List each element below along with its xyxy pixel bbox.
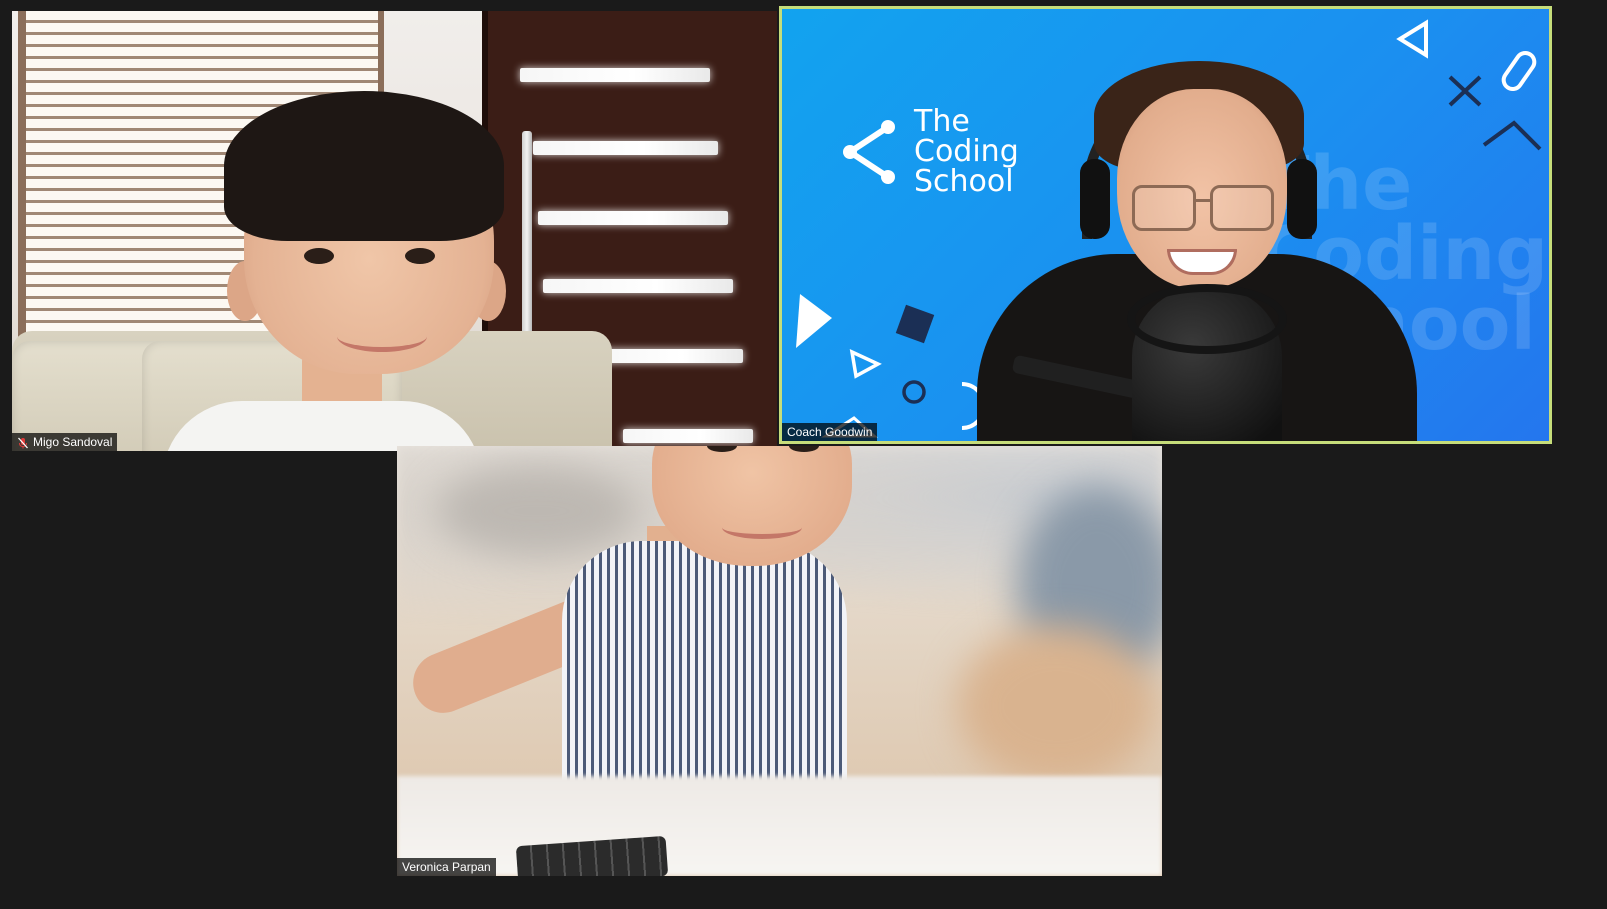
- participant-name-tag: Migo Sandoval: [12, 433, 118, 451]
- mic-off-icon: [17, 436, 29, 449]
- glasses-lens: [1210, 185, 1274, 231]
- participant-name-tag: Coach Goodwin: [782, 423, 878, 441]
- video-tile-veronica-parpan[interactable]: Veronica Parpan: [397, 446, 1162, 876]
- glasses-bridge: [1194, 199, 1210, 202]
- logo-line-3: School: [914, 164, 1014, 199]
- decorative-shapes: [1396, 19, 1542, 151]
- participant-eye: [405, 248, 435, 264]
- participant-smile: [337, 321, 427, 352]
- participant-shirt: [162, 401, 482, 451]
- decorative-shapes: [796, 294, 986, 438]
- window-frame: [18, 11, 26, 346]
- logo-line-1: The: [914, 104, 970, 139]
- logo-line-2: Coding: [914, 134, 1019, 169]
- share-nodes-icon: [843, 120, 895, 184]
- participant-eye: [304, 248, 334, 264]
- participant-name: Veronica Parpan: [402, 860, 491, 874]
- door-handle: [522, 131, 532, 341]
- glasses-lens: [1132, 185, 1196, 231]
- video-tile-migo-sandoval[interactable]: Migo Sandoval: [12, 11, 777, 451]
- microphone-ring: [1127, 284, 1287, 354]
- participant-name: Coach Goodwin: [787, 425, 873, 439]
- blurred-object: [957, 626, 1157, 786]
- participant-name: Migo Sandoval: [33, 435, 113, 449]
- participant-hair: [224, 91, 504, 241]
- headphone-cup: [1080, 159, 1110, 239]
- desk: [397, 776, 1162, 876]
- video-tile-coach-goodwin[interactable]: The Coding School The Coding School: [779, 6, 1552, 444]
- participant-smile: [722, 516, 802, 539]
- participant-name-tag: Veronica Parpan: [397, 858, 496, 876]
- blurred-object: [437, 466, 637, 556]
- headphone-cup: [1287, 159, 1317, 239]
- coding-school-logo: The Coding School: [840, 107, 1019, 197]
